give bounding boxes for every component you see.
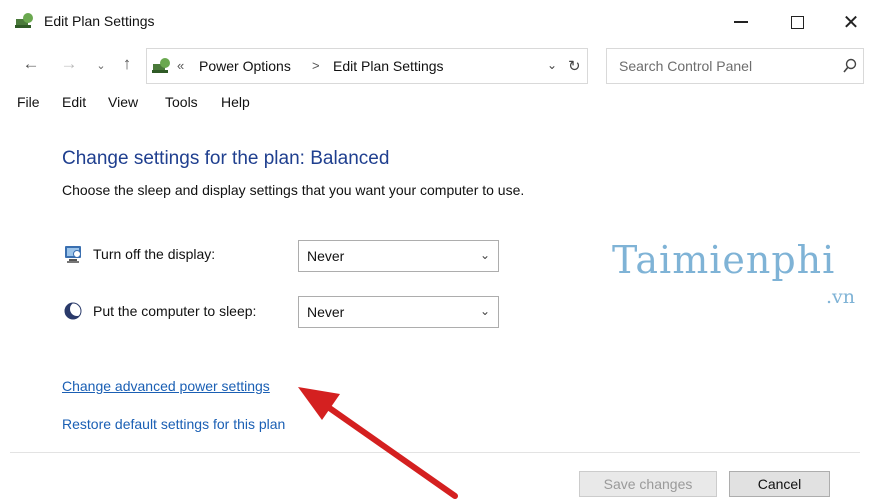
sleep-timeout-select[interactable]: Never ⌄ [298, 296, 499, 328]
address-bar[interactable]: « Power Options > Edit Plan Settings ⌄ ↻ [146, 48, 588, 84]
monitor-icon [65, 246, 81, 263]
search-input[interactable]: Search Control Panel [606, 48, 864, 84]
sleep-timeout-value: Never [307, 304, 345, 320]
display-timeout-select[interactable]: Never ⌄ [298, 240, 499, 272]
minimize-icon [734, 21, 748, 23]
power-options-icon [15, 13, 33, 28]
footer-divider [10, 452, 860, 453]
recent-locations-chevron-icon[interactable]: ⌄ [90, 59, 112, 72]
maximize-button[interactable] [774, 4, 820, 40]
chevron-down-icon: ⌄ [479, 248, 490, 262]
chevron-down-icon: ⌄ [479, 304, 490, 318]
menu-view[interactable]: View [108, 94, 138, 110]
search-placeholder: Search Control Panel [619, 58, 753, 74]
cancel-button[interactable]: Cancel [729, 471, 830, 497]
watermark-brand: Taimienphi [612, 238, 836, 282]
close-button[interactable]: ✕ [828, 4, 870, 40]
address-dropdown-icon[interactable]: ⌄ [547, 58, 557, 72]
up-arrow-icon[interactable]: ↑ [116, 54, 138, 74]
title-bar: Edit Plan Settings ✕ [0, 0, 870, 44]
control-panel-icon [152, 58, 170, 73]
menu-help[interactable]: Help [221, 94, 250, 110]
back-arrow-icon[interactable]: ← [20, 54, 42, 74]
refresh-icon[interactable]: ↻ [568, 57, 581, 75]
menu-edit[interactable]: Edit [62, 94, 86, 110]
page-title: Change settings for the plan: Balanced [62, 148, 390, 169]
menu-tools[interactable]: Tools [165, 94, 198, 110]
sleep-timeout-label: Put the computer to sleep: [93, 303, 257, 319]
breadcrumb-edit-plan-settings[interactable]: Edit Plan Settings [333, 58, 444, 74]
page-description: Choose the sleep and display settings th… [62, 182, 525, 198]
forward-arrow-icon[interactable]: → [58, 54, 80, 74]
breadcrumb-separator[interactable]: > [312, 58, 320, 73]
menu-bar: File Edit View Tools Help [0, 90, 870, 118]
menu-file[interactable]: File [17, 94, 40, 110]
watermark-tld: .vn [826, 286, 856, 308]
breadcrumb-power-options[interactable]: Power Options [199, 58, 291, 74]
maximize-icon [790, 15, 804, 29]
save-changes-button[interactable]: Save changes [579, 471, 717, 497]
display-timeout-value: Never [307, 248, 345, 264]
window-title: Edit Plan Settings [44, 13, 155, 29]
close-icon: ✕ [842, 11, 860, 34]
display-timeout-label: Turn off the display: [93, 246, 216, 262]
advanced-power-settings-link[interactable]: Change advanced power settings [62, 378, 270, 394]
breadcrumb-overflow[interactable]: « [177, 58, 184, 73]
navigation-bar: ← → ⌄ ↑ « Power Options > Edit Plan Sett… [0, 46, 870, 86]
moon-icon [64, 302, 84, 320]
search-icon[interactable] [843, 58, 857, 74]
restore-defaults-link[interactable]: Restore default settings for this plan [62, 416, 285, 432]
minimize-button[interactable] [718, 4, 764, 40]
